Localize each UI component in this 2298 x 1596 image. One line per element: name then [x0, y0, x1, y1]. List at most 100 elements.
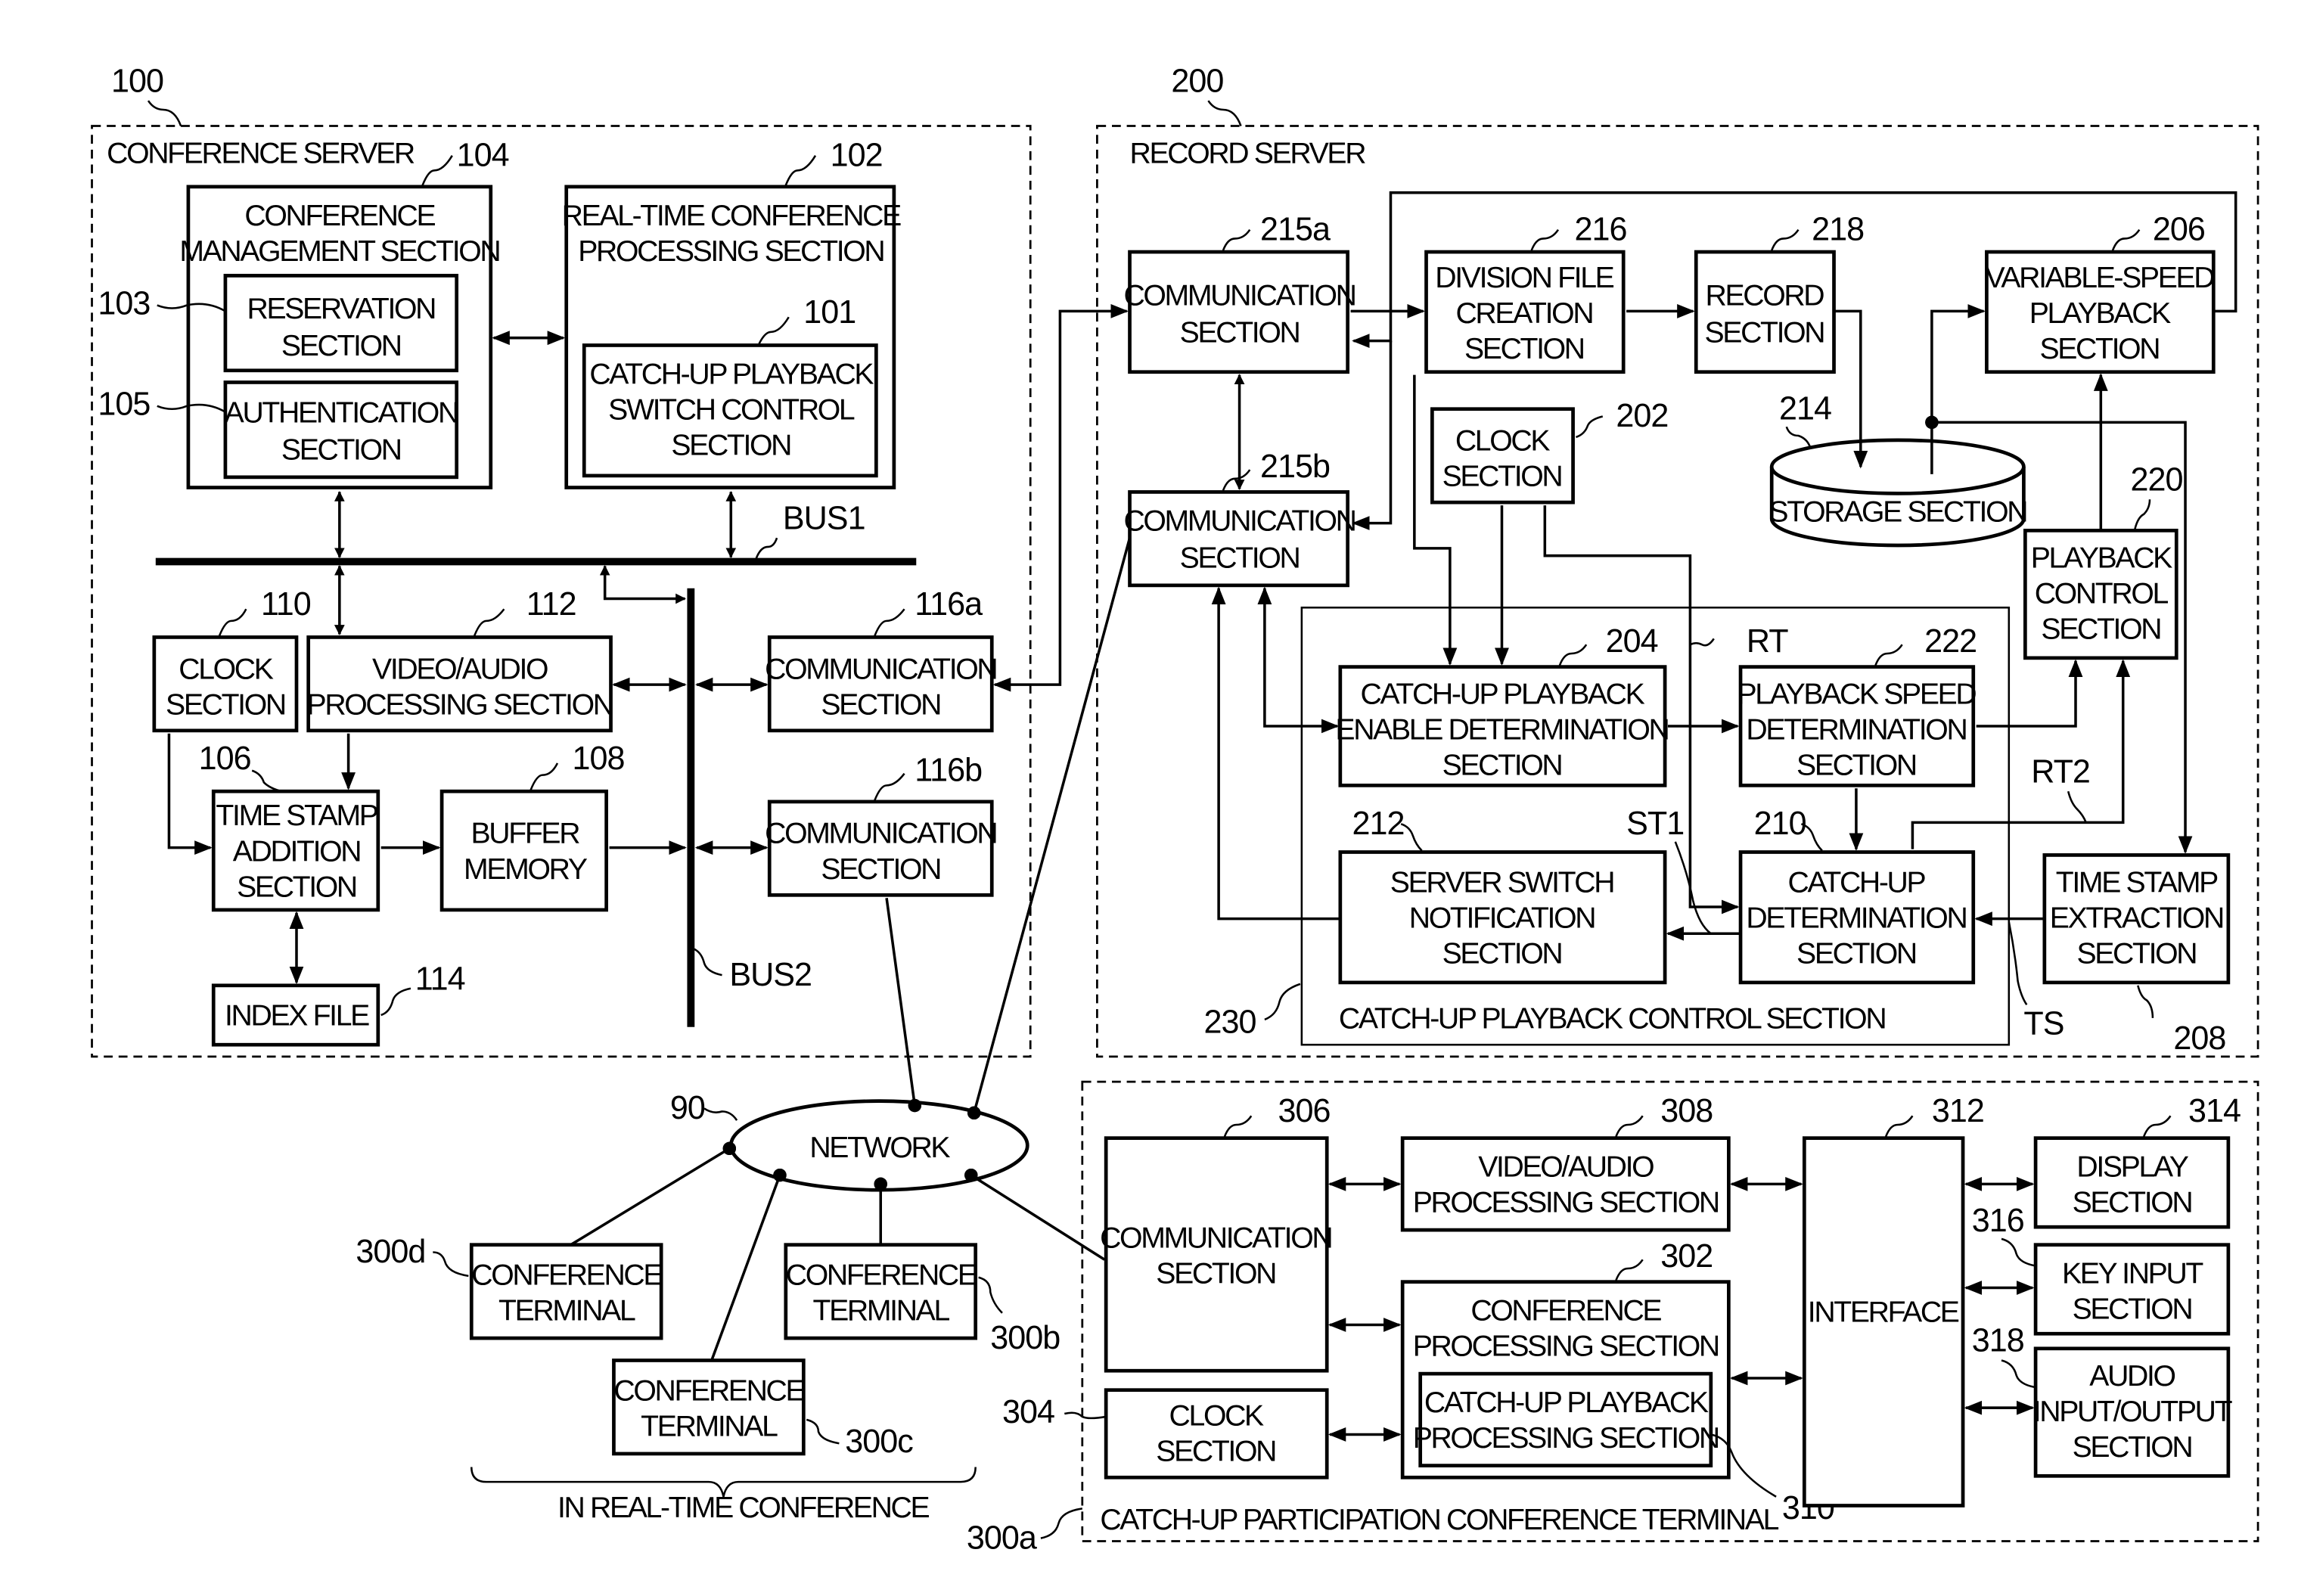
ref-214: 214 — [1779, 390, 1831, 427]
reservation-section: RESERVATION SECTION 103 — [98, 274, 459, 373]
arrow-bus1-bus2 — [599, 565, 686, 604]
ref-318: 318 — [1972, 1323, 2024, 1359]
svg-text:CONTROL: CONTROL — [2035, 577, 2169, 610]
ref-308: 308 — [1660, 1093, 1713, 1129]
ref-300c: 300c — [845, 1424, 913, 1460]
svg-text:SECTION: SECTION — [821, 853, 940, 886]
communication-section-116b: COMMUNICATION SECTION 116b — [765, 752, 998, 897]
ref-104: 104 — [457, 137, 509, 173]
svg-text:TERMINAL: TERMINAL — [498, 1295, 635, 1327]
svg-text:PROCESSING SECTION: PROCESSING SECTION — [578, 235, 883, 268]
ref-304: 304 — [1002, 1394, 1054, 1430]
svg-text:EXTRACTION: EXTRACTION — [2050, 902, 2223, 934]
svg-text:SECTION: SECTION — [1796, 750, 1916, 782]
svg-text:SECTION: SECTION — [2039, 333, 2159, 365]
svg-text:ENABLE DETERMINATION: ENABLE DETERMINATION — [1335, 714, 1668, 747]
link-116b-network — [885, 898, 922, 1113]
ref-210: 210 — [1754, 806, 1806, 842]
ref-302: 302 — [1660, 1238, 1713, 1275]
svg-text:SECTION: SECTION — [281, 330, 401, 362]
svg-text:SECTION: SECTION — [671, 429, 790, 461]
svg-text:DISPLAY: DISPLAY — [2076, 1151, 2188, 1184]
conference-server-title: CONFERENCE SERVER — [107, 138, 415, 170]
svg-text:SECTION: SECTION — [1442, 750, 1562, 782]
link-215b-network — [967, 537, 1132, 1120]
communication-section-116a: COMMUNICATION SECTION 116a — [765, 586, 998, 733]
svg-text:SECTION: SECTION — [1156, 1436, 1275, 1468]
svg-text:INPUT/OUTPUT: INPUT/OUTPUT — [2033, 1396, 2233, 1428]
time-stamp-extraction-section-208: TIME STAMP EXTRACTION SECTION 208 — [2042, 853, 2231, 1057]
video-audio-processing-section-112: VIDEO/AUDIO PROCESSING SECTION 112 — [306, 586, 614, 733]
communication-section-215a: COMMUNICATION SECTION 215a — [1123, 211, 1357, 374]
ref-316: 316 — [1972, 1203, 2024, 1239]
record-section-218: RECORD SECTION 218 — [1694, 211, 1865, 374]
svg-text:DIVISION FILE: DIVISION FILE — [1435, 262, 1613, 294]
svg-text:REAL-TIME CONFERENCE: REAL-TIME CONFERENCE — [562, 200, 902, 232]
storage-section-214: STORAGE SECTION 214 — [1769, 390, 2029, 548]
svg-text:INDEX FILE: INDEX FILE — [225, 1000, 369, 1032]
ref-90: 90 — [670, 1090, 705, 1126]
system-block-diagram: 100 CONFERENCE SERVER 200 RECORD SERVER … — [91, 63, 2259, 1556]
svg-text:COMMUNICATION: COMMUNICATION — [1123, 280, 1355, 312]
svg-text:COMMUNICATION: COMMUNICATION — [1100, 1222, 1331, 1255]
ref-312: 312 — [1932, 1093, 1984, 1129]
svg-text:STORAGE SECTION: STORAGE SECTION — [1769, 496, 2026, 529]
division-file-creation-section-216: DIVISION FILE CREATION SECTION 216 — [1424, 211, 1628, 374]
link-network-300c — [710, 1168, 787, 1362]
ref-222: 222 — [1924, 623, 1977, 660]
ref-300d: 300d — [356, 1234, 425, 1270]
svg-text:DETERMINATION: DETERMINATION — [1746, 714, 1966, 747]
leader-100 — [147, 100, 182, 126]
svg-text:VIDEO/AUDIO: VIDEO/AUDIO — [372, 653, 548, 685]
svg-text:SECTION: SECTION — [1796, 937, 1916, 970]
ref-206: 206 — [2153, 211, 2205, 247]
svg-text:PLAYBACK: PLAYBACK — [2029, 297, 2171, 330]
link-network-300d — [570, 1141, 737, 1247]
real-time-group-label: IN REAL-TIME CONFERENCE — [557, 1492, 930, 1524]
ref-306: 306 — [1278, 1093, 1331, 1129]
catchup-control-title: CATCH-UP PLAYBACK CONTROL SECTION — [1339, 1003, 1885, 1036]
record-server-title: RECORD SERVER — [1130, 138, 1366, 170]
svg-text:COMMUNICATION: COMMUNICATION — [765, 653, 996, 685]
svg-text:TERMINAL: TERMINAL — [813, 1295, 950, 1327]
svg-text:INTERFACE: INTERFACE — [1808, 1296, 1959, 1329]
svg-text:SECTION: SECTION — [1442, 937, 1562, 970]
svg-text:PROCESSING SECTION: PROCESSING SECTION — [1413, 1422, 1719, 1455]
svg-text:SECTION: SECTION — [2041, 613, 2160, 645]
ref-112: 112 — [526, 586, 576, 623]
ref-220: 220 — [2131, 461, 2183, 498]
clock-section-202: CLOCK SECTION 202 — [1430, 398, 1669, 505]
svg-text:CLOCK: CLOCK — [1169, 1400, 1264, 1433]
bus2-label: BUS2 — [729, 957, 812, 993]
ref-314: 314 — [2188, 1093, 2241, 1129]
svg-text:SECTION: SECTION — [1464, 333, 1584, 365]
leader-230 — [1264, 983, 1301, 1021]
buffer-memory-section-108: BUFFER MEMORY 108 — [439, 741, 626, 912]
ref-101: 101 — [803, 294, 856, 331]
svg-text:TIME STAMP: TIME STAMP — [216, 800, 377, 832]
svg-text:CATCH-UP PLAYBACK: CATCH-UP PLAYBACK — [1424, 1386, 1709, 1419]
svg-text:SWITCH CONTROL: SWITCH CONTROL — [608, 393, 855, 426]
svg-text:COMMUNICATION: COMMUNICATION — [765, 818, 996, 850]
svg-text:SECTION: SECTION — [2073, 1293, 2192, 1326]
svg-text:NOTIFICATION: NOTIFICATION — [1409, 902, 1595, 934]
svg-text:BUFFER: BUFFER — [470, 818, 579, 850]
svg-text:PROCESSING SECTION: PROCESSING SECTION — [307, 688, 613, 721]
ref-202: 202 — [1616, 398, 1668, 434]
svg-text:TIME STAMP: TIME STAMP — [2056, 866, 2218, 899]
svg-text:CATCH-UP PLAYBACK: CATCH-UP PLAYBACK — [589, 358, 874, 390]
svg-text:AUTHENTICATION: AUTHENTICATION — [225, 396, 458, 429]
svg-text:SECTION: SECTION — [281, 433, 401, 466]
svg-text:RESERVATION: RESERVATION — [247, 293, 436, 325]
ref-102: 102 — [831, 137, 883, 173]
ref-230: 230 — [1204, 1004, 1256, 1041]
server-switch-notification-section-212: SERVER SWITCH NOTIFICATION SECTION 212 — [1338, 806, 1667, 985]
ref-208: 208 — [2173, 1020, 2225, 1057]
ref-215a: 215a — [1260, 211, 1331, 247]
svg-text:CONFERENCE: CONFERENCE — [613, 1374, 804, 1407]
ref-106: 106 — [199, 741, 251, 777]
svg-text:TERMINAL: TERMINAL — [641, 1410, 778, 1442]
svg-text:COMMUNICATION: COMMUNICATION — [1123, 505, 1355, 537]
network-label: NETWORK — [809, 1132, 950, 1164]
ref-114: 114 — [415, 961, 465, 998]
